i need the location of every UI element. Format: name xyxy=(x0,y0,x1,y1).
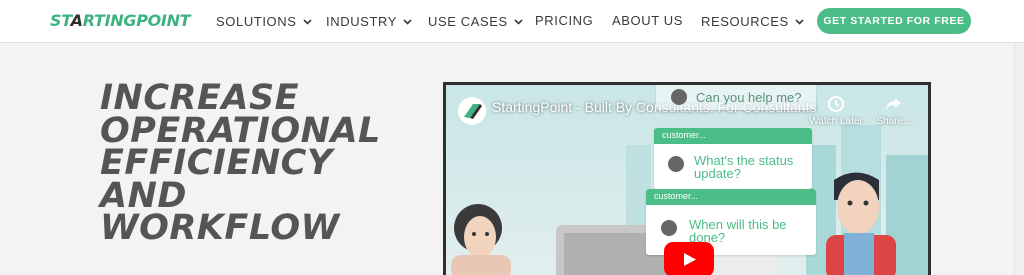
chat-bubble-text: When will this be done? xyxy=(689,217,787,245)
chevron-down-icon xyxy=(302,13,312,28)
chevron-down-icon xyxy=(514,13,523,28)
hero-line: WORKFLOW xyxy=(100,208,340,248)
chat-bubble-header: customer... xyxy=(646,189,816,205)
startingpoint-logo[interactable]: STARTINGPOINT xyxy=(50,11,191,30)
chat-bubble-text: What's the status update? xyxy=(694,153,794,181)
chevron-down-icon xyxy=(795,13,804,28)
nav-solutions[interactable]: SOLUTIONS xyxy=(216,13,312,29)
nav-use-cases[interactable]: USE CASES xyxy=(428,13,523,29)
share-label: Share... xyxy=(876,116,912,127)
nav-industry-label: INDUSTRY xyxy=(326,14,398,29)
hero-line: EFFICIENCY xyxy=(100,143,333,183)
hero-line: INCREASE xyxy=(100,78,300,118)
chat-bubble: customer... What's the status update? xyxy=(654,128,812,189)
video-embed[interactable]: StartingPoint - Built By Consultants. Fo… xyxy=(443,82,931,275)
nav-industry[interactable]: INDUSTRY xyxy=(326,13,412,29)
share-icon xyxy=(867,95,921,116)
page-scrollbar[interactable] xyxy=(1014,43,1024,275)
share-button[interactable]: Share... xyxy=(867,95,921,127)
nav-resources[interactable]: RESOURCES xyxy=(701,13,804,29)
user-avatar-icon xyxy=(668,156,684,172)
logo-text-start: ST xyxy=(50,11,71,30)
channel-avatar-icon[interactable] xyxy=(458,97,486,125)
user-avatar-icon xyxy=(661,220,677,236)
play-icon xyxy=(684,253,696,266)
video-thumbnail: StartingPoint - Built By Consultants. Fo… xyxy=(446,85,928,275)
chevron-down-icon xyxy=(403,13,412,28)
get-started-button[interactable]: GET STARTED FOR FREE xyxy=(817,8,971,34)
user-avatar-icon xyxy=(671,89,687,105)
nav-about-us-label: ABOUT US xyxy=(612,13,684,28)
chat-bubble-header: customer... xyxy=(654,128,812,144)
logo-text-end: RTINGPOINT xyxy=(82,11,191,30)
play-button[interactable] xyxy=(664,242,714,275)
hero-heading: INCREASE OPERATIONAL EFFICIENCY AND WORK… xyxy=(100,78,420,248)
watch-later-button[interactable]: Watch Later xyxy=(809,95,863,127)
nav-pricing[interactable]: PRICING xyxy=(535,13,593,28)
clock-icon xyxy=(809,95,863,116)
nav-solutions-label: SOLUTIONS xyxy=(216,14,297,29)
chat-bubble: Can you help me? xyxy=(656,85,816,110)
logo-text-accent: A xyxy=(70,11,83,30)
nav-about-us[interactable]: ABOUT US xyxy=(612,13,683,28)
site-header: STARTINGPOINT SOLUTIONS INDUSTRY USE CAS… xyxy=(0,0,1024,43)
watch-later-label: Watch Later xyxy=(809,116,863,127)
nav-pricing-label: PRICING xyxy=(535,13,594,28)
nav-resources-label: RESOURCES xyxy=(701,14,789,29)
nav-use-cases-label: USE CASES xyxy=(428,14,508,29)
chat-bubble-text: Can you help me? xyxy=(696,90,802,105)
